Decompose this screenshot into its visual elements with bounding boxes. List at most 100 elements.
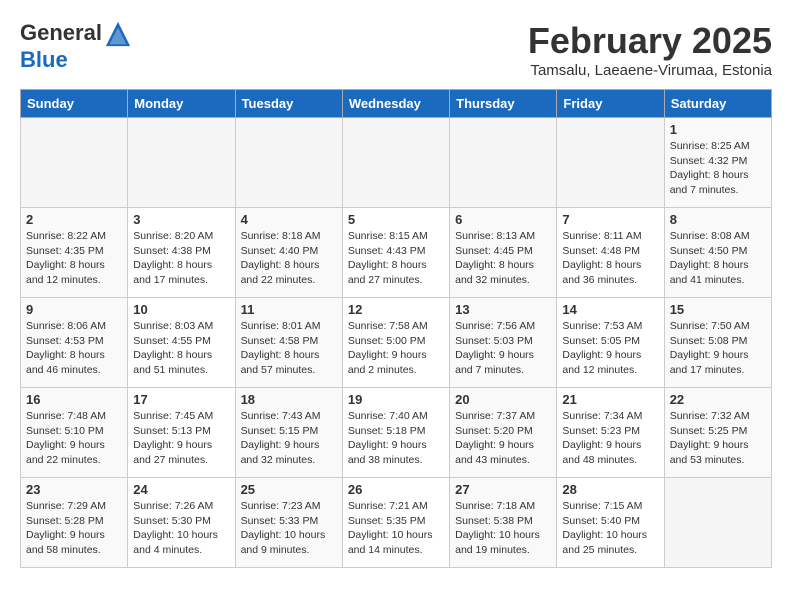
day-number: 16: [26, 392, 122, 407]
calendar-cell: [342, 118, 449, 208]
calendar-cell: 27Sunrise: 7:18 AM Sunset: 5:38 PM Dayli…: [450, 478, 557, 568]
calendar-cell: 26Sunrise: 7:21 AM Sunset: 5:35 PM Dayli…: [342, 478, 449, 568]
day-number: 2: [26, 212, 122, 227]
day-info: Sunrise: 7:37 AM Sunset: 5:20 PM Dayligh…: [455, 409, 551, 468]
calendar-cell: 28 Sunrise: 7:15 AM Sunset: 5:40 PM Dayli…: [557, 478, 664, 568]
calendar-cell: 19 Sunrise: 7:40 AM Sunset: 5:18 PM Dayli…: [342, 388, 449, 478]
title-block: February 2025 Tamsalu, Laeaene-Virumaa, …: [528, 20, 772, 79]
day-info: Sunrise: 7:34 AM Sunset: 5:23 PM Dayligh…: [562, 409, 658, 468]
day-number: 14: [562, 302, 658, 317]
day-info: Sunrise: 7:26 AM Sunset: 5:30 PM Dayligh…: [133, 499, 229, 558]
weekday-wednesday: Wednesday: [342, 90, 449, 118]
calendar-cell: 3 Sunrise: 8:20 AM Sunset: 4:38 PM Daylig…: [128, 208, 235, 298]
day-info: Sunrise: 7:40 AM Sunset: 5:18 PM Dayligh…: [348, 409, 444, 468]
day-info: Sunrise: 8:13 AM Sunset: 4:45 PM Dayligh…: [455, 229, 551, 288]
calendar-cell: 21Sunrise: 7:34 AM Sunset: 5:23 PM Dayli…: [557, 388, 664, 478]
weekday-thursday: Thursday: [450, 90, 557, 118]
calendar-cell: [21, 118, 128, 208]
day-number: 7: [562, 212, 658, 227]
calendar-cell: 16 Sunrise: 7:48 AM Sunset: 5:10 PM Dayli…: [21, 388, 128, 478]
day-info: Sunrise: 7:48 AM Sunset: 5:10 PM Dayligh…: [26, 409, 122, 468]
weekday-header-row: SundayMondayTuesdayWednesdayThursdayFrid…: [21, 90, 772, 118]
calendar-cell: 17Sunrise: 7:45 AM Sunset: 5:13 PM Dayli…: [128, 388, 235, 478]
calendar-cell: 10Sunrise: 8:03 AM Sunset: 4:55 PM Dayli…: [128, 298, 235, 388]
weekday-tuesday: Tuesday: [235, 90, 342, 118]
day-info: Sunrise: 8:08 AM Sunset: 4:50 PM Dayligh…: [670, 229, 766, 288]
day-info: Sunrise: 7:45 AM Sunset: 5:13 PM Dayligh…: [133, 409, 229, 468]
calendar-cell: 12 Sunrise: 7:58 AM Sunset: 5:00 PM Dayli…: [342, 298, 449, 388]
day-number: 24: [133, 482, 229, 497]
day-number: 15: [670, 302, 766, 317]
calendar-cell: 18Sunrise: 7:43 AM Sunset: 5:15 PM Dayli…: [235, 388, 342, 478]
calendar-cell: 9 Sunrise: 8:06 AM Sunset: 4:53 PM Daylig…: [21, 298, 128, 388]
day-info: Sunrise: 8:11 AM Sunset: 4:48 PM Dayligh…: [562, 229, 658, 288]
calendar-table: SundayMondayTuesdayWednesdayThursdayFrid…: [20, 89, 772, 568]
day-number: 25: [241, 482, 337, 497]
calendar-week-5: 23 Sunrise: 7:29 AM Sunset: 5:28 PM Dayli…: [21, 478, 772, 568]
day-number: 18: [241, 392, 337, 407]
calendar-cell: 11 Sunrise: 8:01 AM Sunset: 4:58 PM Dayli…: [235, 298, 342, 388]
logo-blue: Blue: [20, 47, 68, 72]
day-number: 13: [455, 302, 551, 317]
day-info: Sunrise: 7:50 AM Sunset: 5:08 PM Dayligh…: [670, 319, 766, 378]
day-number: 27: [455, 482, 551, 497]
calendar-cell: 6 Sunrise: 8:13 AM Sunset: 4:45 PM Daylig…: [450, 208, 557, 298]
calendar-cell: 23 Sunrise: 7:29 AM Sunset: 5:28 PM Dayli…: [21, 478, 128, 568]
calendar-cell: [664, 478, 771, 568]
day-number: 8: [670, 212, 766, 227]
calendar-cell: 1 Sunrise: 8:25 AM Sunset: 4:32 PM Daylig…: [664, 118, 771, 208]
day-number: 22: [670, 392, 766, 407]
day-number: 19: [348, 392, 444, 407]
calendar-cell: 13 Sunrise: 7:56 AM Sunset: 5:03 PM Dayli…: [450, 298, 557, 388]
day-number: 20: [455, 392, 551, 407]
calendar-cell: [128, 118, 235, 208]
weekday-saturday: Saturday: [664, 90, 771, 118]
day-info: Sunrise: 7:23 AM Sunset: 5:33 PM Dayligh…: [241, 499, 337, 558]
day-info: Sunrise: 8:22 AM Sunset: 4:35 PM Dayligh…: [26, 229, 122, 288]
weekday-friday: Friday: [557, 90, 664, 118]
location: Tamsalu, Laeaene-Virumaa, Estonia: [528, 62, 772, 79]
calendar-week-1: 1 Sunrise: 8:25 AM Sunset: 4:32 PM Daylig…: [21, 118, 772, 208]
day-info: Sunrise: 8:03 AM Sunset: 4:55 PM Dayligh…: [133, 319, 229, 378]
day-number: 6: [455, 212, 551, 227]
calendar-cell: [235, 118, 342, 208]
weekday-sunday: Sunday: [21, 90, 128, 118]
day-number: 28: [562, 482, 658, 497]
day-info: Sunrise: 8:06 AM Sunset: 4:53 PM Dayligh…: [26, 319, 122, 378]
day-info: Sunrise: 7:29 AM Sunset: 5:28 PM Dayligh…: [26, 499, 122, 558]
day-info: Sunrise: 7:56 AM Sunset: 5:03 PM Dayligh…: [455, 319, 551, 378]
day-info: Sunrise: 8:25 AM Sunset: 4:32 PM Dayligh…: [670, 139, 766, 198]
calendar-cell: 4Sunrise: 8:18 AM Sunset: 4:40 PM Daylig…: [235, 208, 342, 298]
weekday-monday: Monday: [128, 90, 235, 118]
day-info: Sunrise: 7:32 AM Sunset: 5:25 PM Dayligh…: [670, 409, 766, 468]
day-number: 23: [26, 482, 122, 497]
calendar-cell: 5Sunrise: 8:15 AM Sunset: 4:43 PM Daylig…: [342, 208, 449, 298]
day-info: Sunrise: 7:53 AM Sunset: 5:05 PM Dayligh…: [562, 319, 658, 378]
calendar-cell: 8 Sunrise: 8:08 AM Sunset: 4:50 PM Daylig…: [664, 208, 771, 298]
calendar-cell: [557, 118, 664, 208]
day-number: 9: [26, 302, 122, 317]
calendar-body: 1 Sunrise: 8:25 AM Sunset: 4:32 PM Daylig…: [21, 118, 772, 568]
calendar-week-4: 16 Sunrise: 7:48 AM Sunset: 5:10 PM Dayli…: [21, 388, 772, 478]
day-number: 26: [348, 482, 444, 497]
day-info: Sunrise: 8:20 AM Sunset: 4:38 PM Dayligh…: [133, 229, 229, 288]
logo-general: General: [20, 20, 102, 45]
day-info: Sunrise: 7:58 AM Sunset: 5:00 PM Dayligh…: [348, 319, 444, 378]
month-title: February 2025: [528, 20, 772, 62]
calendar-cell: 24 Sunrise: 7:26 AM Sunset: 5:30 PM Dayli…: [128, 478, 235, 568]
calendar-cell: 2 Sunrise: 8:22 AM Sunset: 4:35 PM Daylig…: [21, 208, 128, 298]
calendar-cell: 7 Sunrise: 8:11 AM Sunset: 4:48 PM Daylig…: [557, 208, 664, 298]
day-number: 1: [670, 122, 766, 137]
day-info: Sunrise: 8:01 AM Sunset: 4:58 PM Dayligh…: [241, 319, 337, 378]
calendar-cell: [450, 118, 557, 208]
day-number: 4: [241, 212, 337, 227]
logo: General Blue: [20, 20, 134, 72]
day-number: 12: [348, 302, 444, 317]
calendar-cell: 14 Sunrise: 7:53 AM Sunset: 5:05 PM Dayli…: [557, 298, 664, 388]
day-info: Sunrise: 7:15 AM Sunset: 5:40 PM Dayligh…: [562, 499, 658, 558]
calendar-cell: 15 Sunrise: 7:50 AM Sunset: 5:08 PM Dayli…: [664, 298, 771, 388]
calendar-cell: 25 Sunrise: 7:23 AM Sunset: 5:33 PM Dayli…: [235, 478, 342, 568]
day-number: 11: [241, 302, 337, 317]
calendar-week-2: 2 Sunrise: 8:22 AM Sunset: 4:35 PM Daylig…: [21, 208, 772, 298]
day-number: 3: [133, 212, 229, 227]
